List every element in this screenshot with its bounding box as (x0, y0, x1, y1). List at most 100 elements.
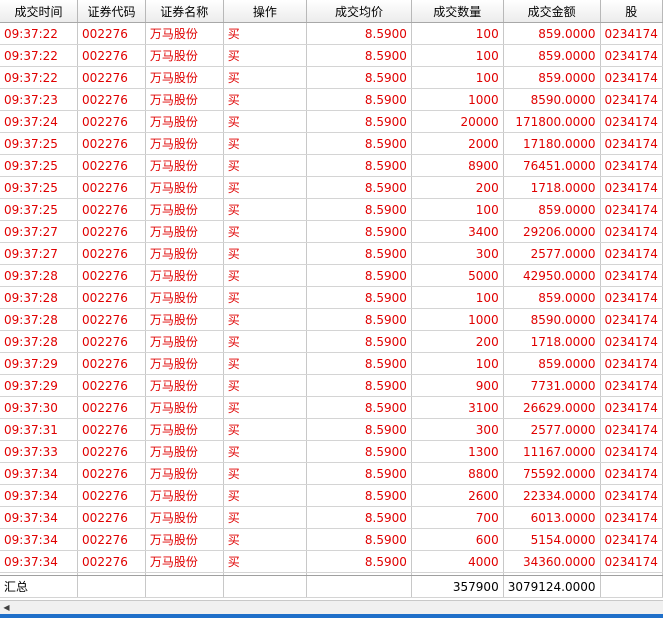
cell-code: 002276 (77, 154, 146, 177)
cell-time: 09:37:25 (0, 132, 79, 155)
col-header-price[interactable]: 成交均价 (306, 0, 412, 23)
table-row[interactable]: 09:37:27 002276 万马股份买 8.5900 3400 29206.0000 0… (0, 220, 663, 243)
cell-op: 买 (223, 242, 307, 265)
cell-name: 万马股份 (145, 506, 224, 529)
col-header-qty[interactable]: 成交数量 (411, 0, 504, 23)
cell-name: 万马股份 (145, 110, 224, 133)
cell-qty: 8900 (411, 154, 504, 177)
cell-amount: 75592.0000 (503, 462, 601, 485)
cell-name: 万马股份 (145, 198, 224, 221)
table-row[interactable]: 09:37:25 002276 万马股份买 8.5900 8900 76451.0000 0… (0, 154, 663, 177)
cell-amount: 2577.0000 (503, 242, 601, 265)
table-row[interactable]: 09:37:33 002276 万马股份买 8.5900 1300 11167.0000 0… (0, 440, 663, 463)
col-header-name[interactable]: 证券名称 (145, 0, 224, 23)
table-row[interactable]: 09:37:22 002276 万马股份买 8.5900 100 859.0000 0234… (0, 66, 663, 89)
cell-price: 8.5900 (306, 220, 412, 243)
cell-name: 万马股份 (145, 22, 224, 45)
cell-price: 8.5900 (306, 528, 412, 551)
table-row[interactable]: 09:37:24 002276 万马股份买 8.5900 20000 171800.000… (0, 110, 663, 133)
table-row[interactable]: 09:37:29 002276 万马股份买 8.5900 100 859.0000 0234… (0, 352, 663, 375)
table-row[interactable]: 09:37:34 002276 万马股份买 8.5900 2600 22334.0000 0… (0, 484, 663, 507)
cell-account: 0234174 (600, 44, 663, 67)
cell-qty: 100 (411, 198, 504, 221)
cell-account: 0234174 (600, 88, 663, 111)
table-row[interactable]: 09:37:25 002276 万马股份买 8.5900 100 859.0000 0234… (0, 198, 663, 221)
cell-time: 09:37:23 (0, 88, 79, 111)
cell-op: 买 (223, 418, 307, 441)
cell-amount: 5154.0000 (503, 528, 601, 551)
table-row[interactable]: 09:37:34 002276 万马股份买 8.5900 4000 34360.0000 0… (0, 550, 663, 573)
cell-op: 买 (223, 396, 307, 419)
cell-account: 0234174 (600, 22, 663, 45)
cell-price: 8.5900 (306, 484, 412, 507)
cell-time: 09:37:34 (0, 528, 79, 551)
cell-amount: 42950.0000 (503, 264, 601, 287)
cell-qty: 100 (411, 352, 504, 375)
cell-price: 8.5900 (306, 242, 412, 265)
cell-account: 0234174 (600, 374, 663, 397)
cell-qty: 300 (411, 418, 504, 441)
cell-code: 002276 (77, 176, 146, 199)
table-row[interactable]: 09:37:22 002276 万马股份买 8.5900 100 859.0000 0234… (0, 22, 663, 45)
cell-name: 万马股份 (145, 154, 224, 177)
cell-account: 0234174 (600, 396, 663, 419)
cell-price: 8.5900 (306, 154, 412, 177)
cell-name: 万马股份 (145, 242, 224, 265)
cell-time: 09:37:28 (0, 308, 79, 331)
table-row[interactable]: 09:37:30 002276 万马股份买 8.5900 3100 26629.0000 0… (0, 396, 663, 419)
cell-account: 0234174 (600, 484, 663, 507)
table-row[interactable]: 09:37:34 002276 万马股份买 8.5900 8800 75592.0000 0… (0, 462, 663, 485)
cell-qty: 3400 (411, 220, 504, 243)
cell-time: 09:37:34 (0, 484, 79, 507)
table-row[interactable]: 09:37:34 002276 万马股份买 8.5900 600 5154.0000 023… (0, 528, 663, 551)
col-header-time[interactable]: 成交时间 (0, 0, 79, 23)
cell-amount: 11167.0000 (503, 440, 601, 463)
table-row[interactable]: 09:37:25 002276 万马股份买 8.5900 2000 17180.0000 0… (0, 132, 663, 155)
cell-qty: 2000 (411, 132, 504, 155)
col-header-account[interactable]: 股 (600, 0, 663, 23)
summary-row[interactable]: 汇总 357900 3079124.0000 (0, 575, 663, 598)
cell-op: 买 (223, 88, 307, 111)
cell-code: 002276 (77, 374, 146, 397)
cell-op: 买 (223, 22, 307, 45)
cell-amount: 26629.0000 (503, 396, 601, 419)
cell-price: 8.5900 (306, 330, 412, 353)
table-row[interactable]: 09:37:28 002276 万马股份买 8.5900 100 859.0000 0234… (0, 286, 663, 309)
cell-amount: 1718.0000 (503, 176, 601, 199)
cell-time: 09:37:28 (0, 264, 79, 287)
col-header-code[interactable]: 证券代码 (77, 0, 146, 23)
table-row[interactable]: 09:37:23 002276 万马股份买 8.5900 1000 8590.0000 02… (0, 88, 663, 111)
table-row[interactable]: 09:37:28 002276 万马股份买 8.5900 5000 42950.0000 0… (0, 264, 663, 287)
cell-account: 0234174 (600, 66, 663, 89)
col-header-amount[interactable]: 成交金额 (503, 0, 601, 23)
cell-qty: 1000 (411, 308, 504, 331)
scroll-left-arrow-icon[interactable]: ◀ (0, 601, 13, 614)
col-header-op[interactable]: 操作 (223, 0, 307, 23)
cell-code: 002276 (77, 484, 146, 507)
cell-time: 09:37:27 (0, 220, 79, 243)
cell-code: 002276 (77, 506, 146, 529)
table-row[interactable]: 09:37:27 002276 万马股份买 8.5900 300 2577.0000 023… (0, 242, 663, 265)
cell-amount: 8590.0000 (503, 88, 601, 111)
table-row[interactable]: 09:37:22 002276 万马股份买 8.5900 100 859.0000 0234… (0, 44, 663, 67)
table-row[interactable]: 09:37:31 002276 万马股份买 8.5900 300 2577.0000 023… (0, 418, 663, 441)
cell-op: 买 (223, 506, 307, 529)
cell-amount: 859.0000 (503, 44, 601, 67)
cell-op: 买 (223, 330, 307, 353)
table-row[interactable]: 09:37:25 002276 万马股份买 8.5900 200 1718.0000 023… (0, 176, 663, 199)
table-row[interactable]: 09:37:28 002276 万马股份买 8.5900 200 1718.0000 023… (0, 330, 663, 353)
cell-name: 万马股份 (145, 308, 224, 331)
horizontal-scrollbar[interactable]: ◀ (0, 600, 663, 614)
cell-qty: 2600 (411, 484, 504, 507)
summary-empty-cell (145, 575, 224, 598)
cell-price: 8.5900 (306, 352, 412, 375)
cell-qty: 8800 (411, 462, 504, 485)
cell-op: 买 (223, 484, 307, 507)
cell-account: 0234174 (600, 198, 663, 221)
table-row[interactable]: 09:37:34 002276 万马股份买 8.5900 700 6013.0000 023… (0, 506, 663, 529)
table-row[interactable]: 09:37:29 002276 万马股份买 8.5900 900 7731.0000 023… (0, 374, 663, 397)
table-row[interactable]: 09:37:28 002276 万马股份买 8.5900 1000 8590.0000 02… (0, 308, 663, 331)
cell-amount: 859.0000 (503, 22, 601, 45)
cell-account: 0234174 (600, 110, 663, 133)
cell-time: 09:37:29 (0, 374, 79, 397)
